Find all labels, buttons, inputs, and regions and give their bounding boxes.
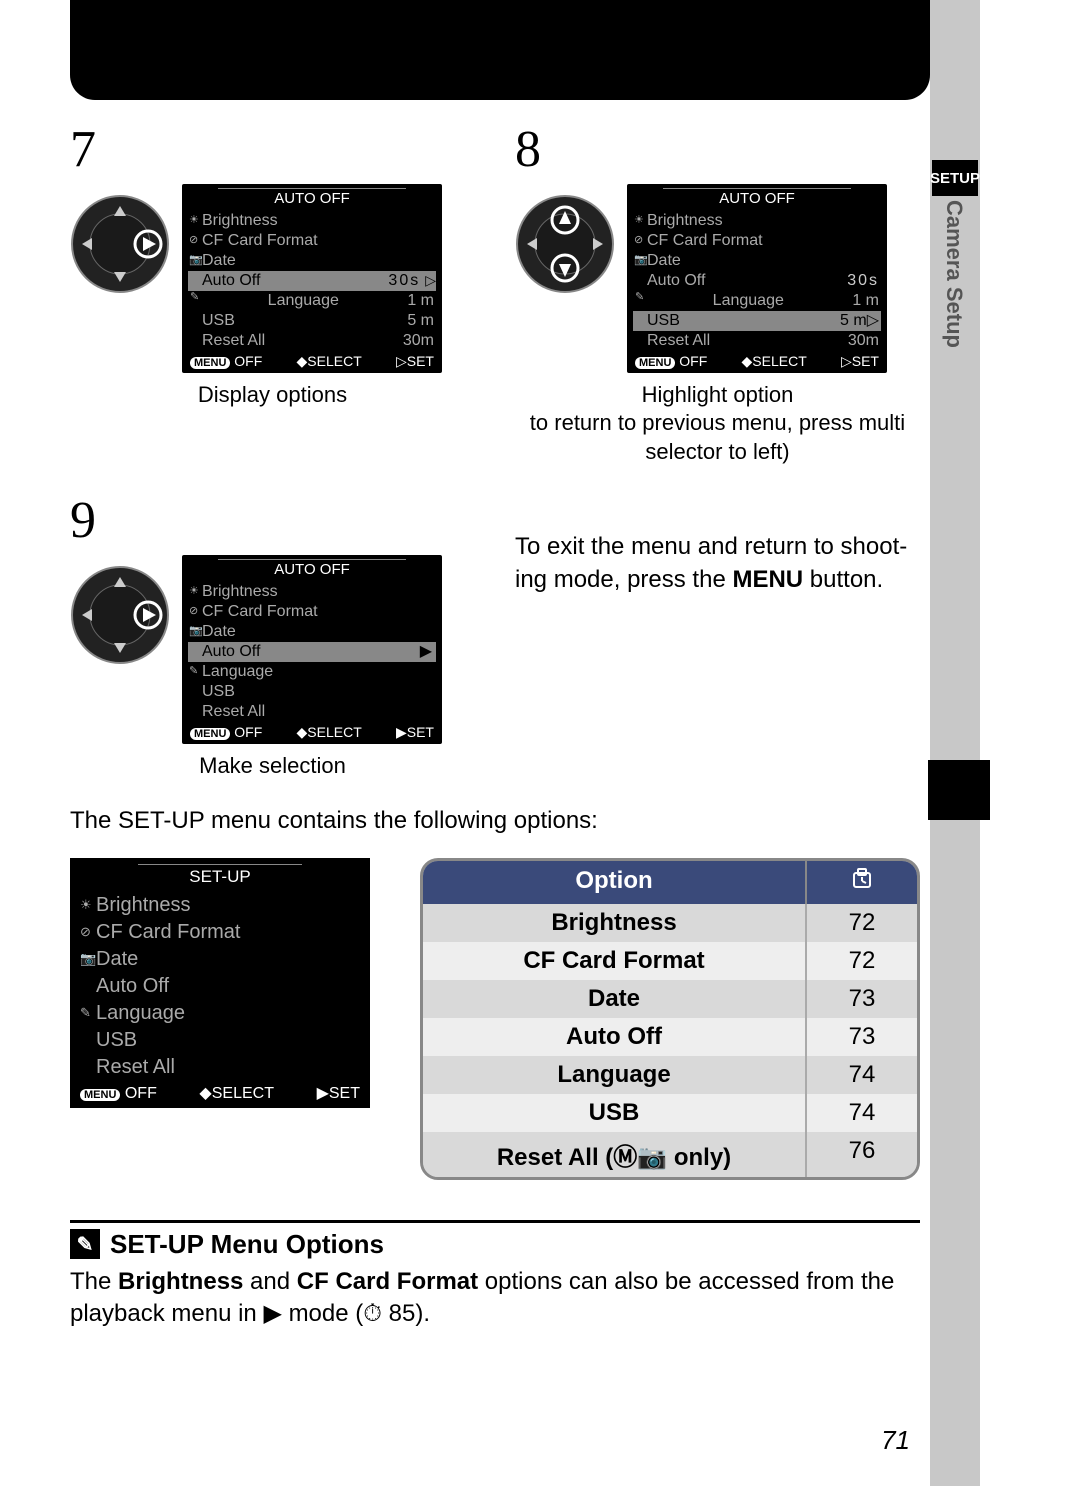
thumb-marker xyxy=(928,760,990,820)
table-row: Language xyxy=(423,1056,807,1094)
intro-text: The SET-UP menu contains the following o… xyxy=(70,805,920,837)
step-7: 7 AUTO OFF ☀Brightness ⊘CF Card Format 📷… xyxy=(70,120,475,466)
table-row: USB xyxy=(423,1094,807,1132)
lcd-step8: AUTO OFF ☀Brightness ⊘CF Card Format 📷Da… xyxy=(627,184,887,373)
note-block: ✎ SET-UP Menu Options The Brightness and… xyxy=(70,1220,920,1331)
note-body: The Brightness and CF Card Format option… xyxy=(70,1266,920,1331)
caption-step9: Make selection xyxy=(70,752,475,781)
multi-selector-updown-icon xyxy=(515,194,615,294)
page-header-black xyxy=(70,0,930,100)
lcd-step9: AUTO OFF ☀Brightness ⊘CF Card Format 📷Da… xyxy=(182,555,442,744)
step-8: 8 AUTO OFF ☀Brightness ⊘CF Card Format xyxy=(515,120,920,466)
step-9: 9 AUTO OFF ☀Brightness ⊘CF Card Format 📷… xyxy=(70,491,475,780)
page-number: 71 xyxy=(881,1425,910,1456)
table-row: CF Card Format xyxy=(423,942,807,980)
step-number: 7 xyxy=(70,120,475,179)
multi-selector-right-icon xyxy=(70,194,170,294)
caption-step8: Highlight option to return to previous m… xyxy=(515,381,920,467)
table-row: Date xyxy=(423,980,807,1018)
multi-selector-right-icon xyxy=(70,565,170,665)
step-number: 9 xyxy=(70,491,475,550)
table-head-page-icon xyxy=(807,861,917,904)
note-title: SET-UP Menu Options xyxy=(110,1229,384,1260)
caption-step7: Display options xyxy=(70,381,475,410)
table-head-option: Option xyxy=(423,861,807,904)
step-number: 8 xyxy=(515,120,920,179)
options-table: Option Brightness72 CF Card Format72 Dat… xyxy=(420,858,920,1180)
table-row: Auto Off xyxy=(423,1018,807,1056)
table-row: Brightness xyxy=(423,904,807,942)
lcd-setup: SET-UP ☀Brightness ⊘CF Card Format 📷Date… xyxy=(70,858,370,1109)
side-label: Camera Setup xyxy=(941,200,967,348)
side-tab-setup: SETUP xyxy=(932,160,978,196)
lcd-step7: AUTO OFF ☀Brightness ⊘CF Card Format 📷Da… xyxy=(182,184,442,373)
table-row: Reset All (Ⓜ📷 only) xyxy=(423,1132,807,1177)
note-icon: ✎ xyxy=(70,1229,100,1259)
exit-instructions: To exit the menu and return to shoot- in… xyxy=(515,491,920,780)
